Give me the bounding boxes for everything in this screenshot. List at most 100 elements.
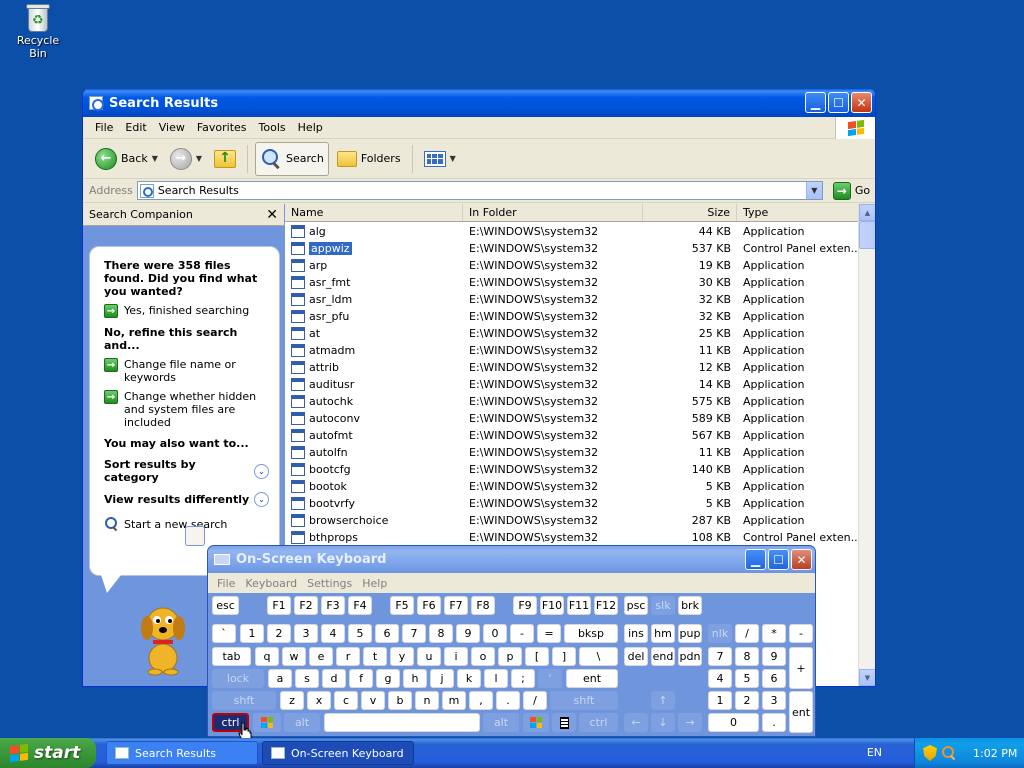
key-numpad-6[interactable]: 6 (762, 669, 786, 688)
table-row[interactable]: bthprops E:\WINDOWS\system32 108 KB Control… (285, 529, 859, 546)
key-o[interactable]: o (471, 647, 495, 666)
key-left-bracket[interactable]: [ (525, 647, 549, 666)
key-t[interactable]: t (363, 647, 387, 666)
menu-tools[interactable]: Tools (253, 119, 292, 136)
column-name[interactable]: Name (285, 204, 463, 221)
column-in-folder[interactable]: In Folder (463, 204, 643, 221)
key-u[interactable]: u (417, 647, 441, 666)
key-numpad-2[interactable]: 2 (735, 691, 759, 710)
table-row[interactable]: bootok E:\WINDOWS\system32 5 KB Application (285, 478, 859, 495)
table-row[interactable]: autolfn E:\WINDOWS\system32 11 KB Applicati… (285, 444, 859, 461)
key-f12[interactable]: F12 (594, 596, 618, 615)
key-a[interactable]: a (268, 669, 292, 688)
key-i[interactable]: i (444, 647, 468, 666)
key-numpad-5[interactable]: 5 (735, 669, 759, 688)
key-n[interactable]: n (415, 691, 439, 710)
key-right-ctrl[interactable]: ctrl (579, 713, 618, 732)
key-pup[interactable]: pup (678, 624, 702, 643)
start-button[interactable]: start (0, 738, 96, 768)
key-5[interactable]: 5 (348, 624, 372, 643)
key-end[interactable]: end (651, 647, 675, 666)
key-7[interactable]: 7 (402, 624, 426, 643)
key-x[interactable]: x (307, 691, 331, 710)
key-numpad-plus[interactable]: + (789, 647, 813, 689)
column-type[interactable]: Type (737, 204, 875, 221)
table-row[interactable]: atmadm E:\WINDOWS\system32 11 KB Applicatio… (285, 342, 859, 359)
taskbar-search-results[interactable]: Search Results (106, 741, 258, 765)
key-nlk[interactable]: nlk (708, 624, 732, 643)
key-tab[interactable]: tab (212, 647, 251, 666)
up-folder-button[interactable]: ↑ (210, 142, 240, 176)
key-r[interactable]: r (336, 647, 360, 666)
scroll-up-icon[interactable]: ▲ (859, 204, 875, 221)
key-backslash[interactable]: \ (579, 647, 618, 666)
key-menu[interactable] (552, 713, 576, 732)
key-4[interactable]: 4 (321, 624, 345, 643)
key-2[interactable]: 2 (267, 624, 291, 643)
vertical-scrollbar[interactable]: ▲ ▼ (858, 204, 875, 686)
menu-file[interactable]: File (89, 119, 119, 136)
menu-favorites[interactable]: Favorites (191, 119, 253, 136)
key-arrow-right[interactable]: → (678, 713, 702, 732)
key-arrow-down[interactable]: ↓ (651, 713, 675, 732)
menu-help[interactable]: Help (292, 119, 329, 136)
companion-button[interactable] (185, 526, 205, 546)
close-button[interactable]: ✕ (851, 92, 872, 113)
key-semicolon[interactable]: ; (511, 669, 535, 688)
key-backtick[interactable]: ` (212, 624, 236, 643)
key-k[interactable]: k (457, 669, 481, 688)
language-indicator[interactable]: EN (867, 746, 882, 759)
table-row[interactable]: asr_fmt E:\WINDOWS\system32 30 KB Applicati… (285, 274, 859, 291)
osk-maximize-button[interactable]: ☐ (768, 549, 789, 570)
back-dropdown-icon[interactable]: ▼ (152, 154, 158, 163)
key-f10[interactable]: F10 (540, 596, 564, 615)
key-9[interactable]: 9 (456, 624, 480, 643)
key-m[interactable]: m (442, 691, 466, 710)
option-change-name[interactable]: → Change file name or keywords (104, 358, 269, 384)
views-button[interactable]: ▼ (420, 142, 460, 176)
chevron-down-icon[interactable]: ⌄ (254, 492, 269, 507)
key-numpad-9[interactable]: 9 (762, 647, 786, 666)
key-0[interactable]: 0 (483, 624, 507, 643)
address-dropdown-icon[interactable]: ▼ (805, 182, 822, 199)
key-right-bracket[interactable]: ] (552, 647, 576, 666)
key-period[interactable]: . (496, 691, 520, 710)
search-dog-icon[interactable] (133, 596, 193, 676)
key-numpad-7[interactable]: 7 (708, 647, 732, 666)
table-row[interactable]: asr_pfu E:\WINDOWS\system32 32 KB Applicati… (285, 308, 859, 325)
key-f7[interactable]: F7 (444, 596, 468, 615)
key-right-windows[interactable] (523, 713, 549, 732)
table-row[interactable]: autoconv E:\WINDOWS\system32 589 KB Applica… (285, 410, 859, 427)
back-button[interactable]: ← Back ▼ (91, 142, 162, 176)
key-numpad-decimal[interactable]: . (762, 713, 786, 732)
table-row[interactable]: browserchoice E:\WINDOWS\system32 287 KB Ap… (285, 512, 859, 529)
key-esc[interactable]: esc (212, 596, 239, 615)
key-numpad-1[interactable]: 1 (708, 691, 732, 710)
key-psc[interactable]: psc (624, 596, 648, 615)
key-s[interactable]: s (295, 669, 319, 688)
key-slk[interactable]: slk (651, 596, 675, 615)
key-v[interactable]: v (361, 691, 385, 710)
address-input[interactable]: Search Results ▼ (136, 181, 823, 200)
scroll-down-icon[interactable]: ▼ (859, 669, 875, 686)
key-1[interactable]: 1 (240, 624, 264, 643)
table-row[interactable]: autochk E:\WINDOWS\system32 575 KB Applicat… (285, 393, 859, 410)
key-hm[interactable]: hm (651, 624, 675, 643)
key-minus[interactable]: - (510, 624, 534, 643)
menu-view[interactable]: View (153, 119, 191, 136)
osk-menu-help[interactable]: Help (357, 577, 392, 590)
key-d[interactable]: d (322, 669, 346, 688)
key-6[interactable]: 6 (375, 624, 399, 643)
key-p[interactable]: p (498, 647, 522, 666)
key-f6[interactable]: F6 (417, 596, 441, 615)
key-numpad-0[interactable]: 0 (708, 713, 759, 732)
go-button[interactable]: → Go (832, 181, 870, 200)
key-f1[interactable]: F1 (267, 596, 291, 615)
search-button[interactable]: Search (255, 141, 329, 176)
table-row[interactable]: alg E:\WINDOWS\system32 44 KB Application (285, 223, 859, 240)
key-enter[interactable]: ent (566, 669, 618, 688)
close-companion-icon[interactable]: ✕ (266, 207, 278, 223)
osk-minimize-button[interactable]: ▁ (745, 549, 766, 570)
taskbar-on-screen-keyboard[interactable]: On-Screen Keyboard (262, 741, 414, 765)
key-left-shift[interactable]: shft (212, 691, 276, 710)
